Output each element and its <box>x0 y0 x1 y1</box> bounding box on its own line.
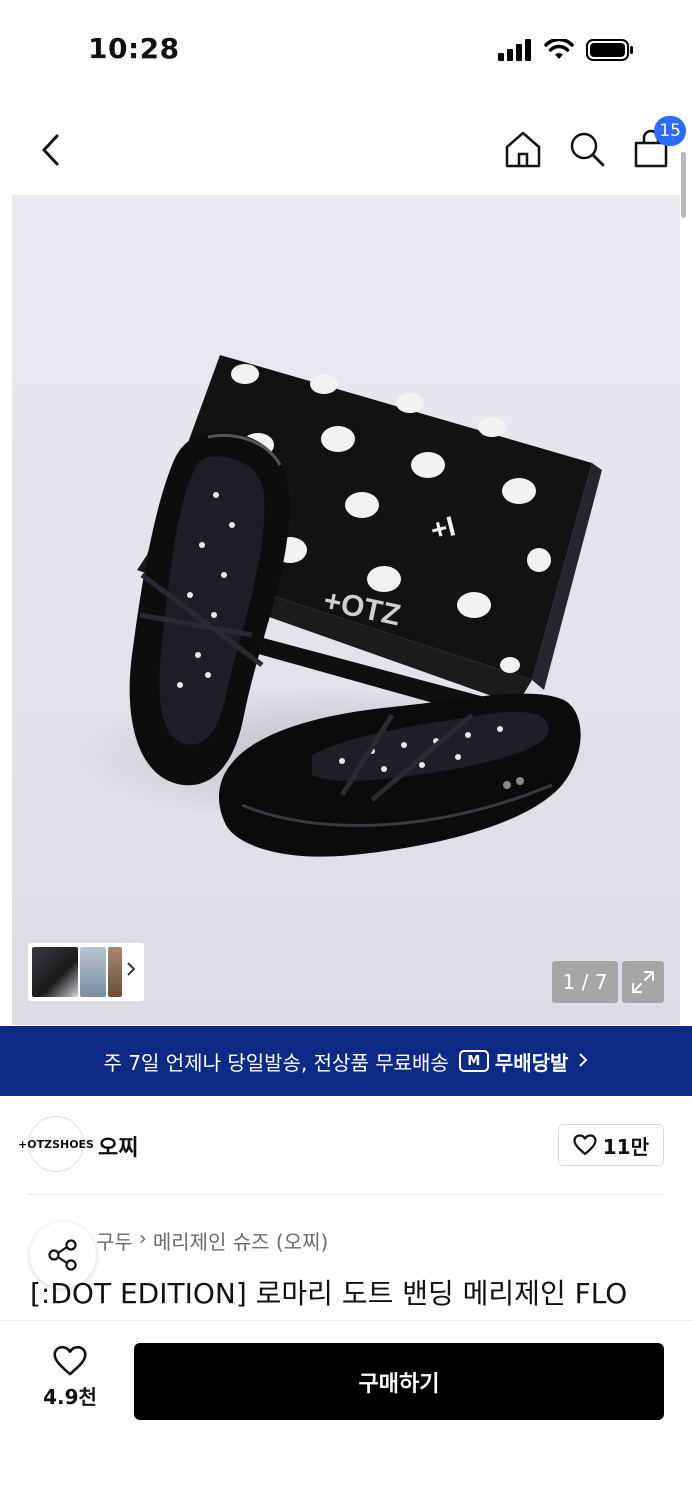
breadcrumb-item-2[interactable]: 메리제인 슈즈 (오찌) <box>153 1226 329 1255</box>
truck-icon: M <box>458 1050 489 1072</box>
cart-count-badge: 15 <box>654 116 686 146</box>
back-button[interactable] <box>30 130 70 170</box>
brand-like-count: 11만 <box>602 1134 649 1159</box>
chevron-right-icon <box>126 961 136 982</box>
signal-icon <box>498 39 532 65</box>
brand-like-button[interactable]: 11만 <box>557 1124 664 1166</box>
delivery-banner[interactable]: 주 7일 언제나 당일발송, 전상품 무료배송 M 무배당발 <box>0 1026 692 1096</box>
status-time: 10:28 <box>88 32 180 65</box>
search-button[interactable] <box>566 128 608 170</box>
thumbnail-3[interactable] <box>108 947 122 997</box>
delivery-badge: M 무배당발 <box>458 1047 569 1076</box>
cart-button[interactable]: 15 <box>630 116 686 170</box>
brand-name[interactable]: 오찌 <box>98 1130 138 1162</box>
product-image-gallery[interactable]: +I +OTZ 1 / 7 <box>12 195 680 1025</box>
search-icon <box>570 132 605 167</box>
bottom-action-bar: 4.9천 구매하기 <box>0 1320 692 1500</box>
heart-icon <box>573 1134 597 1156</box>
thumbnail-2[interactable] <box>80 947 106 997</box>
nav-actions: 15 <box>502 116 686 170</box>
expand-icon <box>632 971 654 993</box>
top-nav: 15 <box>0 110 692 190</box>
breadcrumb-item-1[interactable]: 구두 <box>96 1226 133 1255</box>
battery-icon <box>586 38 634 66</box>
status-bar: 10:28 <box>0 0 692 100</box>
page-indicator: 1 / 7 <box>552 961 618 1003</box>
product-photo: +I +OTZ <box>62 355 602 857</box>
wifi-icon <box>544 37 574 65</box>
delivery-text: 주 7일 언제나 당일발송, 전상품 무료배송 <box>103 1050 449 1075</box>
brand-logo[interactable]: +OTZSHOES <box>18 1116 94 1172</box>
divider <box>28 1194 664 1195</box>
expand-button[interactable] <box>622 961 664 1003</box>
home-button[interactable] <box>502 128 544 170</box>
chevron-right-icon <box>578 1049 588 1073</box>
heart-icon <box>53 1345 87 1376</box>
wishlist-count: 4.9천 <box>43 1385 97 1409</box>
share-icon <box>48 1239 77 1271</box>
scrollbar[interactable] <box>681 152 686 218</box>
buy-button[interactable]: 구매하기 <box>134 1343 664 1420</box>
home-icon <box>505 131 541 168</box>
status-icons <box>498 37 634 66</box>
delivery-badge-label: 무배당발 <box>494 1050 569 1075</box>
back-icon <box>42 134 59 166</box>
brand-row: +OTZSHOES 오찌 11만 <box>18 1116 664 1176</box>
thumbnail-1[interactable] <box>32 947 78 997</box>
product-title: [:DOT EDITION] 로마리 도트 밴딩 메리제인 FLO <box>30 1277 628 1310</box>
chevron-right-icon: › <box>138 1226 147 1250</box>
thumbnail-strip[interactable] <box>28 943 144 1001</box>
wishlist-button[interactable]: 4.9천 <box>32 1345 108 1419</box>
